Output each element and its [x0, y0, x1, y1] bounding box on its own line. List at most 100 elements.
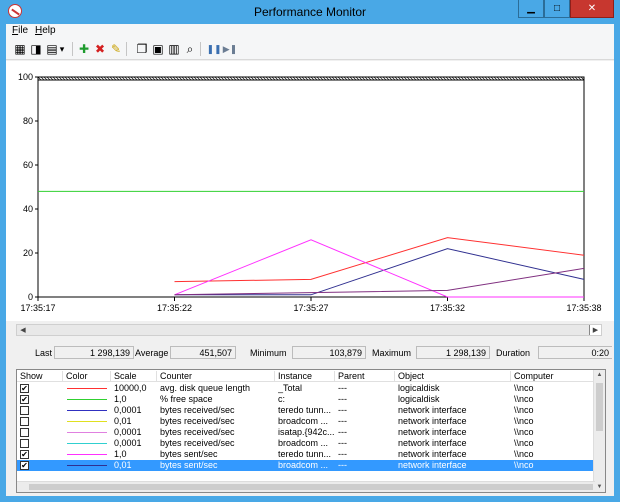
menu-file-rest: ile: [18, 25, 29, 36]
close-icon: ✕: [587, 3, 597, 14]
cell-instance: isatap.{942c...: [278, 427, 334, 437]
cell-scale: 0,0001: [114, 427, 142, 437]
cell-instance: broadcom ...: [278, 438, 329, 448]
series-line-4: [174, 267, 585, 296]
column-header-computer[interactable]: Computer: [511, 371, 595, 382]
stat-maximum-value: 1 298,139: [416, 346, 490, 359]
column-header-object[interactable]: Object: [395, 371, 511, 382]
column-header-parent[interactable]: Parent: [335, 371, 395, 382]
column-header-scale[interactable]: Scale: [111, 371, 157, 382]
y-tick-label: 60: [23, 160, 33, 170]
scroll-left-icon[interactable]: ◀: [17, 325, 29, 335]
series-line-3: [174, 239, 584, 298]
y-tick-label: 80: [23, 116, 33, 126]
cell-parent: ---: [338, 394, 347, 404]
scroll-down-icon[interactable]: ▼: [594, 482, 605, 492]
x-tick-label: 17:35:27: [293, 303, 328, 313]
cell-object: network interface: [398, 460, 467, 470]
freeze-display-icon[interactable]: ◨: [28, 41, 44, 57]
table-row[interactable]: ✔ 1,0 % free space c: --- logicaldisk \\nco: [17, 394, 595, 405]
cell-object: network interface: [398, 427, 467, 437]
table-row[interactable]: 0,0001 bytes received/sec broadcom ... --- n…: [17, 438, 595, 449]
show-checkbox[interactable]: ✔: [20, 450, 29, 459]
y-tick-label: 40: [23, 204, 33, 214]
minimize-icon: ▁: [527, 3, 535, 14]
show-checkbox[interactable]: [20, 428, 29, 437]
vscroll-thumb[interactable]: [596, 383, 603, 431]
cell-object: logicaldisk: [398, 394, 440, 404]
x-tick-label: 17:35:22: [157, 303, 192, 313]
cell-counter: avg. disk queue length: [160, 383, 251, 393]
caption-buttons: ▁ □ ✕: [518, 0, 614, 18]
y-tick-label: 100: [18, 72, 33, 82]
delete-counter-icon[interactable]: ✖: [92, 41, 108, 57]
cell-instance: teredo tunn...: [278, 405, 332, 415]
column-header-color[interactable]: Color: [63, 371, 111, 382]
freeze-icon[interactable]: ❚❚: [206, 41, 222, 57]
show-checkbox[interactable]: [20, 417, 29, 426]
table-row[interactable]: 0,0001 bytes received/sec isatap.{942c... -…: [17, 427, 595, 438]
show-checkbox[interactable]: ✔: [20, 384, 29, 393]
table-row[interactable]: ✔ 1,0 bytes sent/sec teredo tunn... --- netwo…: [17, 449, 595, 460]
cell-counter: bytes sent/sec: [160, 460, 218, 470]
show-checkbox[interactable]: ✔: [20, 461, 29, 470]
title-bar[interactable]: Performance Monitor ▁ □ ✕: [0, 0, 620, 24]
menu-bar: File Help: [6, 24, 614, 38]
table-row[interactable]: 0,0001 bytes received/sec teredo tunn... --…: [17, 405, 595, 416]
scroll-right-icon[interactable]: ▶: [589, 325, 601, 335]
menu-help[interactable]: Help: [35, 25, 56, 36]
cell-scale: 0,0001: [114, 405, 142, 415]
cell-computer: \\nco: [514, 449, 534, 459]
counter-list[interactable]: Show Color Scale Counter Instance Parent Objec…: [16, 369, 606, 493]
add-counter-icon[interactable]: ✚: [76, 41, 92, 57]
highlight-icon[interactable]: ✎: [108, 41, 124, 57]
cell-object: network interface: [398, 449, 467, 459]
show-checkbox[interactable]: ✔: [20, 395, 29, 404]
column-header-instance[interactable]: Instance: [275, 371, 335, 382]
cell-counter: % free space: [160, 394, 213, 404]
table-row[interactable]: ✔ 0,01 bytes sent/sec broadcom ... --- networ…: [17, 460, 595, 471]
cell-parent: ---: [338, 405, 347, 415]
time-scrollbar[interactable]: ◀ ▶: [16, 324, 602, 336]
counter-list-vscroll[interactable]: ▲ ▼: [593, 370, 605, 492]
column-header-counter[interactable]: Counter: [157, 371, 275, 382]
cell-object: logicaldisk: [398, 383, 440, 393]
column-header-show[interactable]: Show: [17, 371, 63, 382]
cell-object: network interface: [398, 405, 467, 415]
color-swatch: [67, 443, 107, 444]
zoom-icon[interactable]: ⌕: [182, 41, 198, 57]
dropdown-arrow-icon[interactable]: ▾: [58, 41, 66, 57]
y-tick-label: 0: [28, 292, 33, 302]
toolbar-separator: [72, 42, 73, 56]
toolbar-separator: [200, 42, 201, 56]
hscroll-thumb[interactable]: [29, 484, 593, 490]
show-checkbox[interactable]: [20, 439, 29, 448]
stat-minimum-label: Minimum: [250, 348, 287, 358]
cell-computer: \\nco: [514, 438, 534, 448]
counter-list-hscroll[interactable]: [17, 481, 595, 492]
cell-parent: ---: [338, 449, 347, 459]
cell-computer: \\nco: [514, 427, 534, 437]
view-graph-icon[interactable]: ▦: [12, 41, 28, 57]
maximize-button[interactable]: □: [544, 0, 570, 18]
table-row[interactable]: ✔ 10000,0 avg. disk queue length _Total --- l…: [17, 383, 595, 394]
minimize-button[interactable]: ▁: [518, 0, 544, 18]
table-row[interactable]: 0,01 bytes received/sec broadcom ... --- net…: [17, 416, 595, 427]
stat-minimum-value: 103,879: [292, 346, 366, 359]
update-data-icon[interactable]: ▶❚: [222, 41, 238, 57]
menu-file[interactable]: File: [12, 25, 28, 36]
color-swatch: [67, 399, 107, 400]
paste-counter-list-icon[interactable]: ▣: [150, 41, 166, 57]
x-tick-label: 17:35:32: [430, 303, 465, 313]
copy-properties-icon[interactable]: ❐: [134, 41, 150, 57]
scroll-up-icon[interactable]: ▲: [594, 370, 605, 380]
cell-scale: 1,0: [114, 449, 127, 459]
close-button[interactable]: ✕: [570, 0, 614, 18]
properties-icon[interactable]: ▥: [166, 41, 182, 57]
client-area: File Help ▦ ◨ ▤ ▾ ✚ ✖ ✎ ❐ ▣ ▥ ⌕ ❚❚ ▶❚ 0 20 40 60 80 100 17…: [6, 24, 614, 496]
show-checkbox[interactable]: [20, 406, 29, 415]
series-line-2: [174, 248, 585, 296]
cell-scale: 1,0: [114, 394, 127, 404]
color-swatch: [67, 410, 107, 411]
cell-scale: 10000,0: [114, 383, 147, 393]
